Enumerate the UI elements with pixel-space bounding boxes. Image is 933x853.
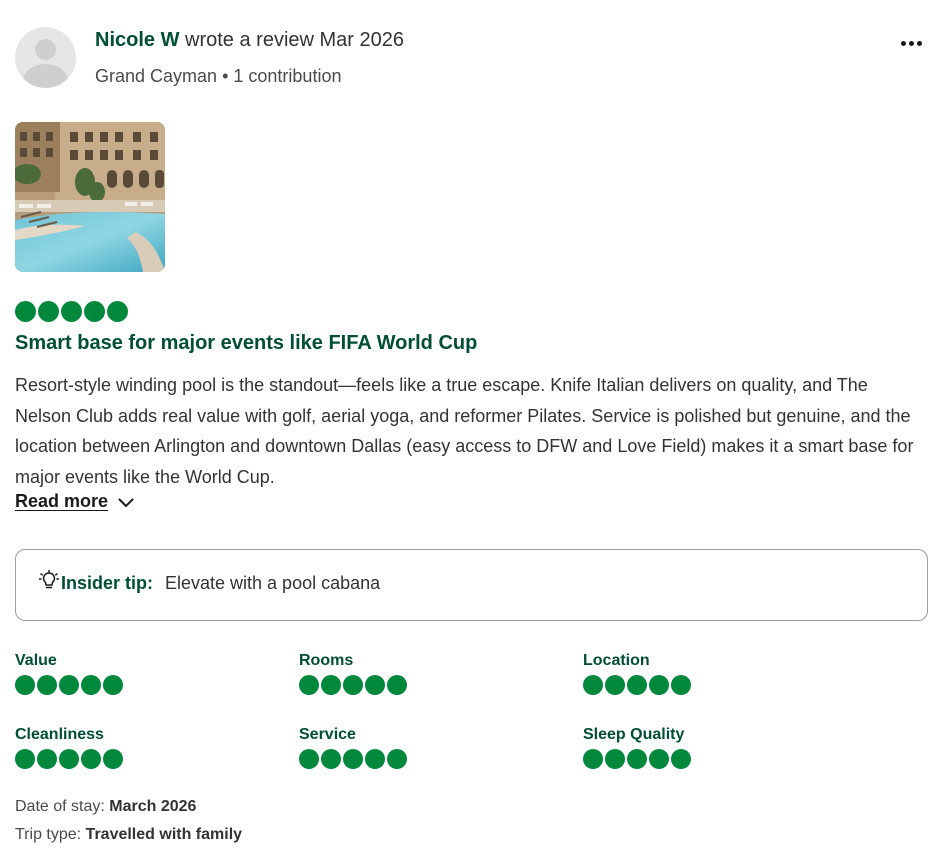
subrating-bubbles xyxy=(583,749,853,769)
rating-bubble xyxy=(37,749,57,769)
subrating-label: Service xyxy=(299,726,356,743)
insider-tip-box: Insider tip: Elevate with a pool cabana xyxy=(15,549,928,621)
rating-bubble xyxy=(84,301,105,322)
subrating-bubbles xyxy=(299,749,569,769)
rating-bubble xyxy=(59,749,79,769)
more-options-icon[interactable] xyxy=(899,33,925,53)
rating-bubble xyxy=(343,675,363,695)
rating-bubble xyxy=(59,675,79,695)
avatar[interactable] xyxy=(15,27,76,88)
chevron-down-icon xyxy=(118,498,134,507)
hotel-pool-image xyxy=(15,122,165,272)
rating-bubble xyxy=(107,301,128,322)
review-body: Resort-style winding pool is the standou… xyxy=(15,375,914,487)
rating-bubble xyxy=(321,675,341,695)
rating-bubble xyxy=(627,749,647,769)
meta-separator: • xyxy=(222,66,234,86)
rating-bubble xyxy=(583,749,603,769)
rating-bubble xyxy=(37,675,57,695)
subrating-bubbles xyxy=(583,675,853,695)
avatar-body-shape xyxy=(23,64,68,88)
subrating-label: Value xyxy=(15,652,57,669)
review-header: Nicole W wrote a review Mar 2026 Grand C… xyxy=(15,27,925,89)
review-action: wrote a review Mar 2026 xyxy=(185,29,404,51)
rating-bubble xyxy=(15,301,36,322)
subrating-label: Cleanliness xyxy=(15,726,104,743)
review-card: Nicole W wrote a review Mar 2026 Grand C… xyxy=(0,0,933,853)
subrating-label: Rooms xyxy=(299,652,354,669)
subrating-location: Location xyxy=(583,652,853,695)
rating-bubble xyxy=(321,749,341,769)
rating-bubble xyxy=(81,749,101,769)
rating-bubble xyxy=(38,301,59,322)
overall-rating-bubbles xyxy=(15,301,128,322)
author-name[interactable]: Nicole W xyxy=(95,29,179,51)
rating-bubble xyxy=(365,675,385,695)
trip-type-label: Trip type: xyxy=(15,826,82,843)
trip-type: Trip type: Travelled with family xyxy=(15,826,242,844)
date-of-stay-label: Date of stay: xyxy=(15,798,105,815)
lightbulb-icon xyxy=(39,570,59,589)
subrating-service: Service xyxy=(299,726,569,769)
author-contributions: 1 contribution xyxy=(233,66,342,86)
subrating-bubbles xyxy=(15,749,285,769)
subrating-rooms: Rooms xyxy=(299,652,569,695)
rating-bubble xyxy=(671,749,691,769)
rating-bubble xyxy=(103,675,123,695)
rating-bubble xyxy=(15,749,35,769)
rating-bubble xyxy=(627,675,647,695)
subrating-label: Sleep Quality xyxy=(583,726,685,743)
rating-bubble xyxy=(605,749,625,769)
rating-bubble xyxy=(61,301,82,322)
insider-tip-label: Insider tip: xyxy=(61,573,154,593)
rating-bubble xyxy=(365,749,385,769)
date-of-stay: Date of stay: March 2026 xyxy=(15,798,196,816)
subrating-label: Location xyxy=(583,652,650,669)
author-location: Grand Cayman xyxy=(95,66,218,86)
rating-bubble xyxy=(103,749,123,769)
subrating-cleanliness: Cleanliness xyxy=(15,726,285,769)
review-photo[interactable] xyxy=(15,122,165,272)
author-line: Nicole W wrote a review Mar 2026 xyxy=(95,29,404,52)
rating-bubble xyxy=(671,675,691,695)
author-meta: Grand Cayman • 1 contribution xyxy=(95,66,341,87)
rating-bubble xyxy=(387,675,407,695)
subrating-bubbles xyxy=(299,675,569,695)
read-more-button[interactable]: Read more xyxy=(15,491,134,512)
rating-bubble xyxy=(583,675,603,695)
rating-bubble xyxy=(387,749,407,769)
subrating-bubbles xyxy=(15,675,285,695)
rating-bubble xyxy=(299,749,319,769)
rating-bubble xyxy=(81,675,101,695)
avatar-head-shape xyxy=(35,39,56,60)
date-of-stay-value: March 2026 xyxy=(109,798,197,815)
rating-bubble xyxy=(343,749,363,769)
rating-bubble xyxy=(299,675,319,695)
insider-tip-text: Elevate with a pool cabana xyxy=(165,573,381,593)
rating-bubble xyxy=(15,675,35,695)
subrating-sleep-quality: Sleep Quality xyxy=(583,726,853,769)
review-title[interactable]: Smart base for major events like FIFA Wo… xyxy=(15,332,477,355)
rating-bubble xyxy=(605,675,625,695)
rating-bubble xyxy=(649,675,669,695)
rating-bubble xyxy=(649,749,669,769)
read-more-label: Read more xyxy=(15,491,109,511)
trip-type-value: Travelled with family xyxy=(85,826,243,843)
subrating-value: Value xyxy=(15,652,285,695)
